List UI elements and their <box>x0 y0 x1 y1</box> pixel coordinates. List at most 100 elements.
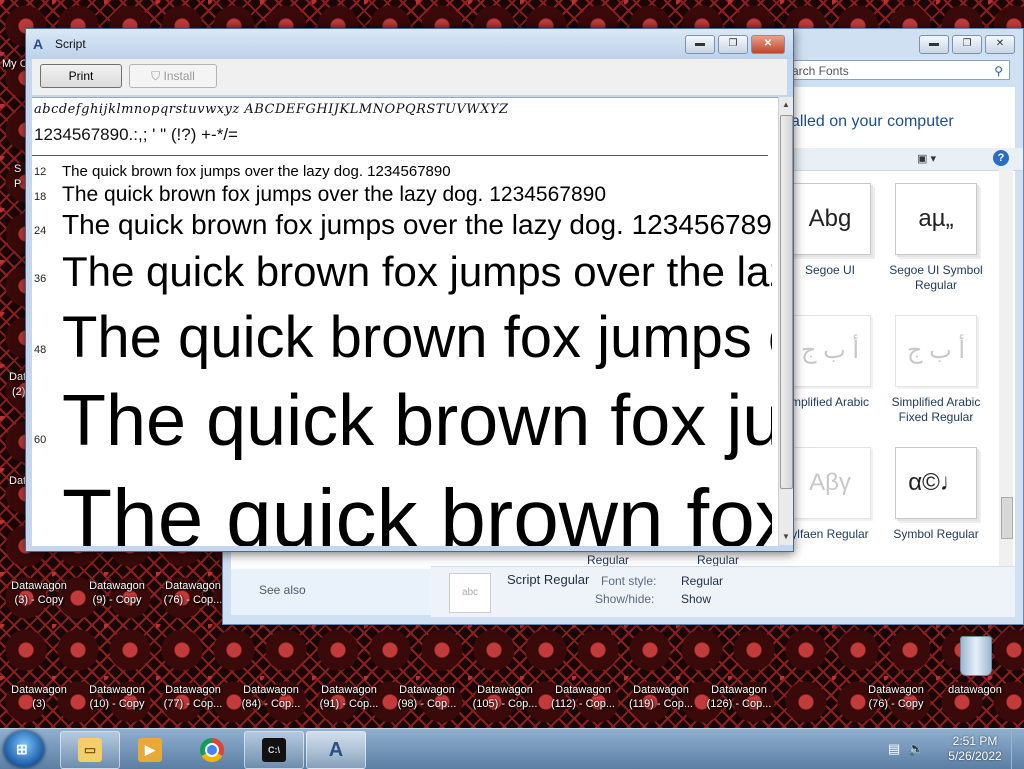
search-input[interactable]: arch Fonts ⚲ <box>785 60 1010 80</box>
sample-row: 12 The quick brown fox jumps over the laz… <box>32 162 772 182</box>
print-button[interactable]: Print <box>40 64 122 88</box>
scroll-thumb[interactable] <box>780 115 793 489</box>
sample-text: The quick brown fox jumps over the lazy … <box>62 163 451 180</box>
trash-can-icon <box>960 636 992 676</box>
recycle-bin-icon[interactable] <box>956 632 994 676</box>
font-style-key: Font style: <box>601 574 657 588</box>
icon-label: (77) - Cop... <box>163 698 223 710</box>
scroll-up-icon[interactable]: ▲ <box>779 97 793 113</box>
help-icon[interactable]: ? <box>993 150 1009 166</box>
size-label: 18 <box>34 191 47 203</box>
minimize-icon[interactable]: ▬ <box>919 35 949 54</box>
script-alphabet-sample: abcdefghijklmnopqrstuvwxyz ABCDEFGHIJKLM… <box>34 102 509 117</box>
taskbar-font-viewer[interactable]: A <box>306 731 366 769</box>
font-label-cut: Regular <box>697 553 740 567</box>
icon-label: Datawagon <box>11 684 67 696</box>
font-tile[interactable]: أ ب ج Simplified Arabic Fixed Regular <box>889 315 983 425</box>
desktop-icon-datawagon[interactable]: Datawagon (9) - Copy <box>78 579 156 607</box>
font-style-value: Regular <box>681 574 724 588</box>
title-bar[interactable]: A Script ▬ ❐ ✕ <box>26 29 793 59</box>
sample-row: The quick brown fox jumps over the lazy … <box>32 472 772 546</box>
font-viewer-icon: A <box>33 36 44 52</box>
icon-label: Datawagon <box>711 684 767 696</box>
taskbar-explorer[interactable]: ▭ <box>60 731 120 769</box>
icon-label: (3) - Copy <box>14 594 64 606</box>
icon-label: (98) - Cop... <box>397 698 457 710</box>
desktop-edge-label: P <box>14 178 22 190</box>
desktop-icon-datawagon[interactable]: Datawagon (112) - Cop... <box>544 683 622 711</box>
icon-label: (76) - Cop... <box>163 594 223 606</box>
details-pane: abc Script Regular Font style: Regular S… <box>431 566 1015 617</box>
font-name: Segoe UI Symbol Regular <box>889 263 983 292</box>
sample-text: The quick brown fox jumps over the lazy … <box>62 248 772 295</box>
desktop-icon-datawagon[interactable]: Datawagon (126) - Cop... <box>700 683 778 711</box>
desktop-icon-datawagon[interactable]: Datawagon (119) - Cop... <box>622 683 700 711</box>
window-title: Script <box>55 37 86 51</box>
icon-label: datawagon <box>948 684 1002 696</box>
change-view-icon[interactable]: ▣ ▾ <box>917 152 936 165</box>
maximize-icon[interactable]: ❐ <box>952 35 982 54</box>
taskbar-media-player[interactable]: ▶ <box>120 731 180 769</box>
search-placeholder: arch Fonts <box>792 64 849 78</box>
font-viewer-window[interactable]: A Script ▬ ❐ ✕ Print ⛉ Install abcdefghi… <box>25 28 794 552</box>
font-tile[interactable]: aµ„ Segoe UI Symbol Regular <box>889 183 983 293</box>
maximize-icon[interactable]: ❐ <box>718 35 748 54</box>
icon-label: (91) - Cop... <box>319 698 379 710</box>
close-icon[interactable]: ✕ <box>985 35 1015 54</box>
icon-label: Datawagon <box>165 580 221 592</box>
digits-sample: 1234567890.:,; ' " (!?) +-*/= <box>34 125 238 144</box>
icon-label: (9) - Copy <box>92 594 142 606</box>
desktop-icon-datawagon[interactable]: Datawagon (77) - Cop... <box>154 683 232 711</box>
sample-row: 60 The quick brown fox jumps over the laz… <box>32 378 772 472</box>
icon-label: Datawagon <box>243 684 299 696</box>
folder-icon: ▭ <box>78 738 102 762</box>
font-file-icon: abc <box>449 573 491 613</box>
show-desktop-button[interactable] <box>1011 729 1024 769</box>
taskbar-cmd[interactable]: C:\ <box>244 731 304 769</box>
font-preview-icon: أ ب ج <box>895 315 977 387</box>
scroll-down-icon[interactable]: ▼ <box>779 529 793 545</box>
system-tray: ▤ 🔈 2:51 PM 5/26/2022 <box>874 729 1024 769</box>
desktop-icon-datawagon[interactable]: Datawagon (3) <box>0 683 78 711</box>
font-name: Symbol Regular <box>893 527 979 541</box>
font-preview-icon: α©♩ <box>895 447 977 519</box>
command-bar: Print ⛉ Install <box>32 59 787 95</box>
desktop-icon-datawagon[interactable]: Datawagon (84) - Cop... <box>232 683 310 711</box>
sample-text: The quick brown fox jumps over the lazy … <box>62 381 772 461</box>
font-name: mplified Arabic <box>790 395 870 409</box>
desktop-icon-datawagon[interactable]: Datawagon (3) - Copy <box>0 579 78 607</box>
explorer-scrollbar[interactable] <box>999 169 1013 589</box>
window-controls: ▬ ❐ ✕ <box>685 35 785 54</box>
clock[interactable]: 2:51 PM 5/26/2022 <box>940 734 1010 764</box>
font-tile[interactable]: α©♩ Symbol Regular <box>889 447 983 542</box>
desktop-icon-datawagon[interactable]: Datawagon (98) - Cop... <box>388 683 466 711</box>
desktop-icon-datawagon[interactable]: Datawagon (91) - Cop... <box>310 683 388 711</box>
start-button[interactable]: ⊞ <box>4 731 44 767</box>
font-preview-icon: أ ب ج <box>789 315 871 387</box>
size-label: 60 <box>34 434 47 446</box>
page-heading: alled on your computer <box>791 113 954 130</box>
network-icon[interactable]: ▤ <box>888 741 900 757</box>
font-preview-icon: aµ„ <box>895 183 977 255</box>
command-prompt-icon: C:\ <box>262 738 286 762</box>
desktop-icon-datawagon[interactable]: Datawagon (10) - Copy <box>78 683 156 711</box>
font-tile[interactable]: Αβγ ylfaen Regular <box>783 447 877 542</box>
desktop-icon-datawagon[interactable]: Datawagon (76) - Copy <box>857 683 935 711</box>
sample-row: 18 The quick brown fox jumps over the laz… <box>32 182 772 208</box>
desktop-icon-datawagon[interactable]: Datawagon (76) - Cop... <box>154 579 232 607</box>
volume-icon[interactable]: 🔈 <box>908 741 924 757</box>
scroll-thumb[interactable] <box>1001 497 1013 539</box>
viewer-scrollbar[interactable]: ▲ ▼ <box>778 97 793 545</box>
icon-label: (76) - Copy <box>868 698 924 710</box>
font-tile[interactable]: أ ب ج mplified Arabic <box>783 315 877 410</box>
search-icon[interactable]: ⚲ <box>994 61 1003 81</box>
close-icon[interactable]: ✕ <box>751 35 785 54</box>
show-hide-key: Show/hide: <box>595 592 655 606</box>
font-tile[interactable]: Abg Segoe UI <box>783 183 877 278</box>
taskbar-chrome[interactable] <box>182 731 242 769</box>
desktop-icon-datawagon[interactable]: Datawagon (105) - Cop... <box>466 683 544 711</box>
minimize-icon[interactable]: ▬ <box>685 35 715 54</box>
desktop-icon-recycle-bin[interactable]: datawagon <box>936 683 1014 697</box>
show-hide-value: Show <box>681 592 712 606</box>
install-button[interactable]: ⛉ Install <box>129 64 217 88</box>
